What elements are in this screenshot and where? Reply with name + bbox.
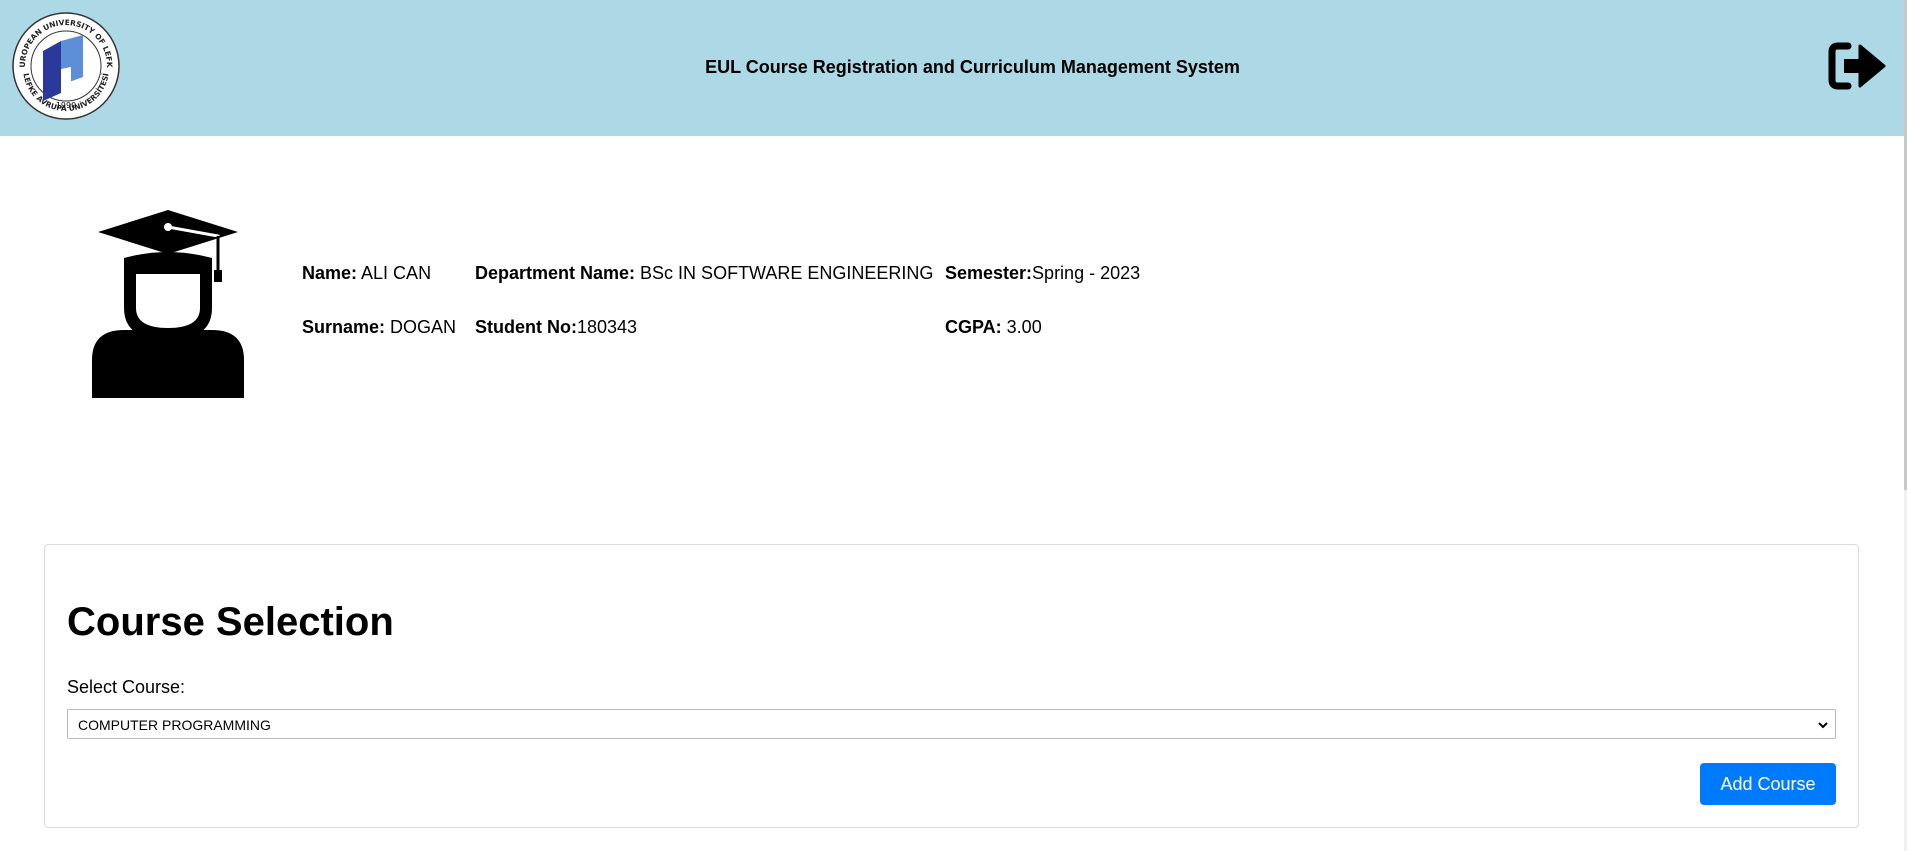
- sign-out-icon[interactable]: [1828, 40, 1886, 92]
- surname-label: Surname:: [302, 317, 386, 337]
- student-surname-field: Surname: DOGAN: [302, 316, 456, 338]
- cgpa-value: 3.00: [1001, 317, 1042, 337]
- cgpa-field: CGPA: 3.00: [945, 316, 1042, 338]
- course-selection-card: Course Selection Select Course: COMPUTER…: [44, 544, 1859, 828]
- logo-year: 1990: [56, 101, 76, 110]
- add-course-button[interactable]: Add Course: [1700, 763, 1836, 805]
- select-course-label: Select Course:: [67, 677, 186, 697]
- student-no-label: Student No:: [475, 317, 577, 337]
- graduate-student-icon: [92, 210, 244, 398]
- course-selection-title: Course Selection: [67, 600, 394, 644]
- name-label: Name:: [302, 263, 358, 283]
- course-select[interactable]: COMPUTER PROGRAMMING: [67, 709, 1836, 739]
- surname-value: DOGAN: [385, 317, 457, 337]
- department-label: Department Name:: [475, 263, 636, 283]
- selected-course-value: COMPUTER PROGRAMMING: [78, 717, 271, 733]
- student-no-field: Student No:180343: [475, 316, 637, 338]
- app-header: EUROPEAN UNIVERSITY OF LEFKE LEFKE AVRUP…: [0, 0, 1904, 136]
- chevron-down-icon: [1818, 722, 1828, 729]
- semester-label: Semester:: [945, 263, 1033, 283]
- semester-value: Spring - 2023: [1032, 263, 1141, 283]
- student-no-value: 180343: [576, 317, 638, 337]
- student-name-field: Name: ALI CAN: [302, 262, 431, 284]
- name-value: ALI CAN: [357, 263, 432, 283]
- department-value: BSc IN SOFTWARE ENGINEERING: [635, 263, 934, 283]
- department-field: Department Name: BSc IN SOFTWARE ENGINEE…: [475, 262, 933, 284]
- cgpa-label: CGPA:: [945, 317, 1002, 337]
- semester-field: Semester:Spring - 2023: [945, 262, 1140, 284]
- app-title: EUL Course Registration and Curriculum M…: [705, 57, 1240, 77]
